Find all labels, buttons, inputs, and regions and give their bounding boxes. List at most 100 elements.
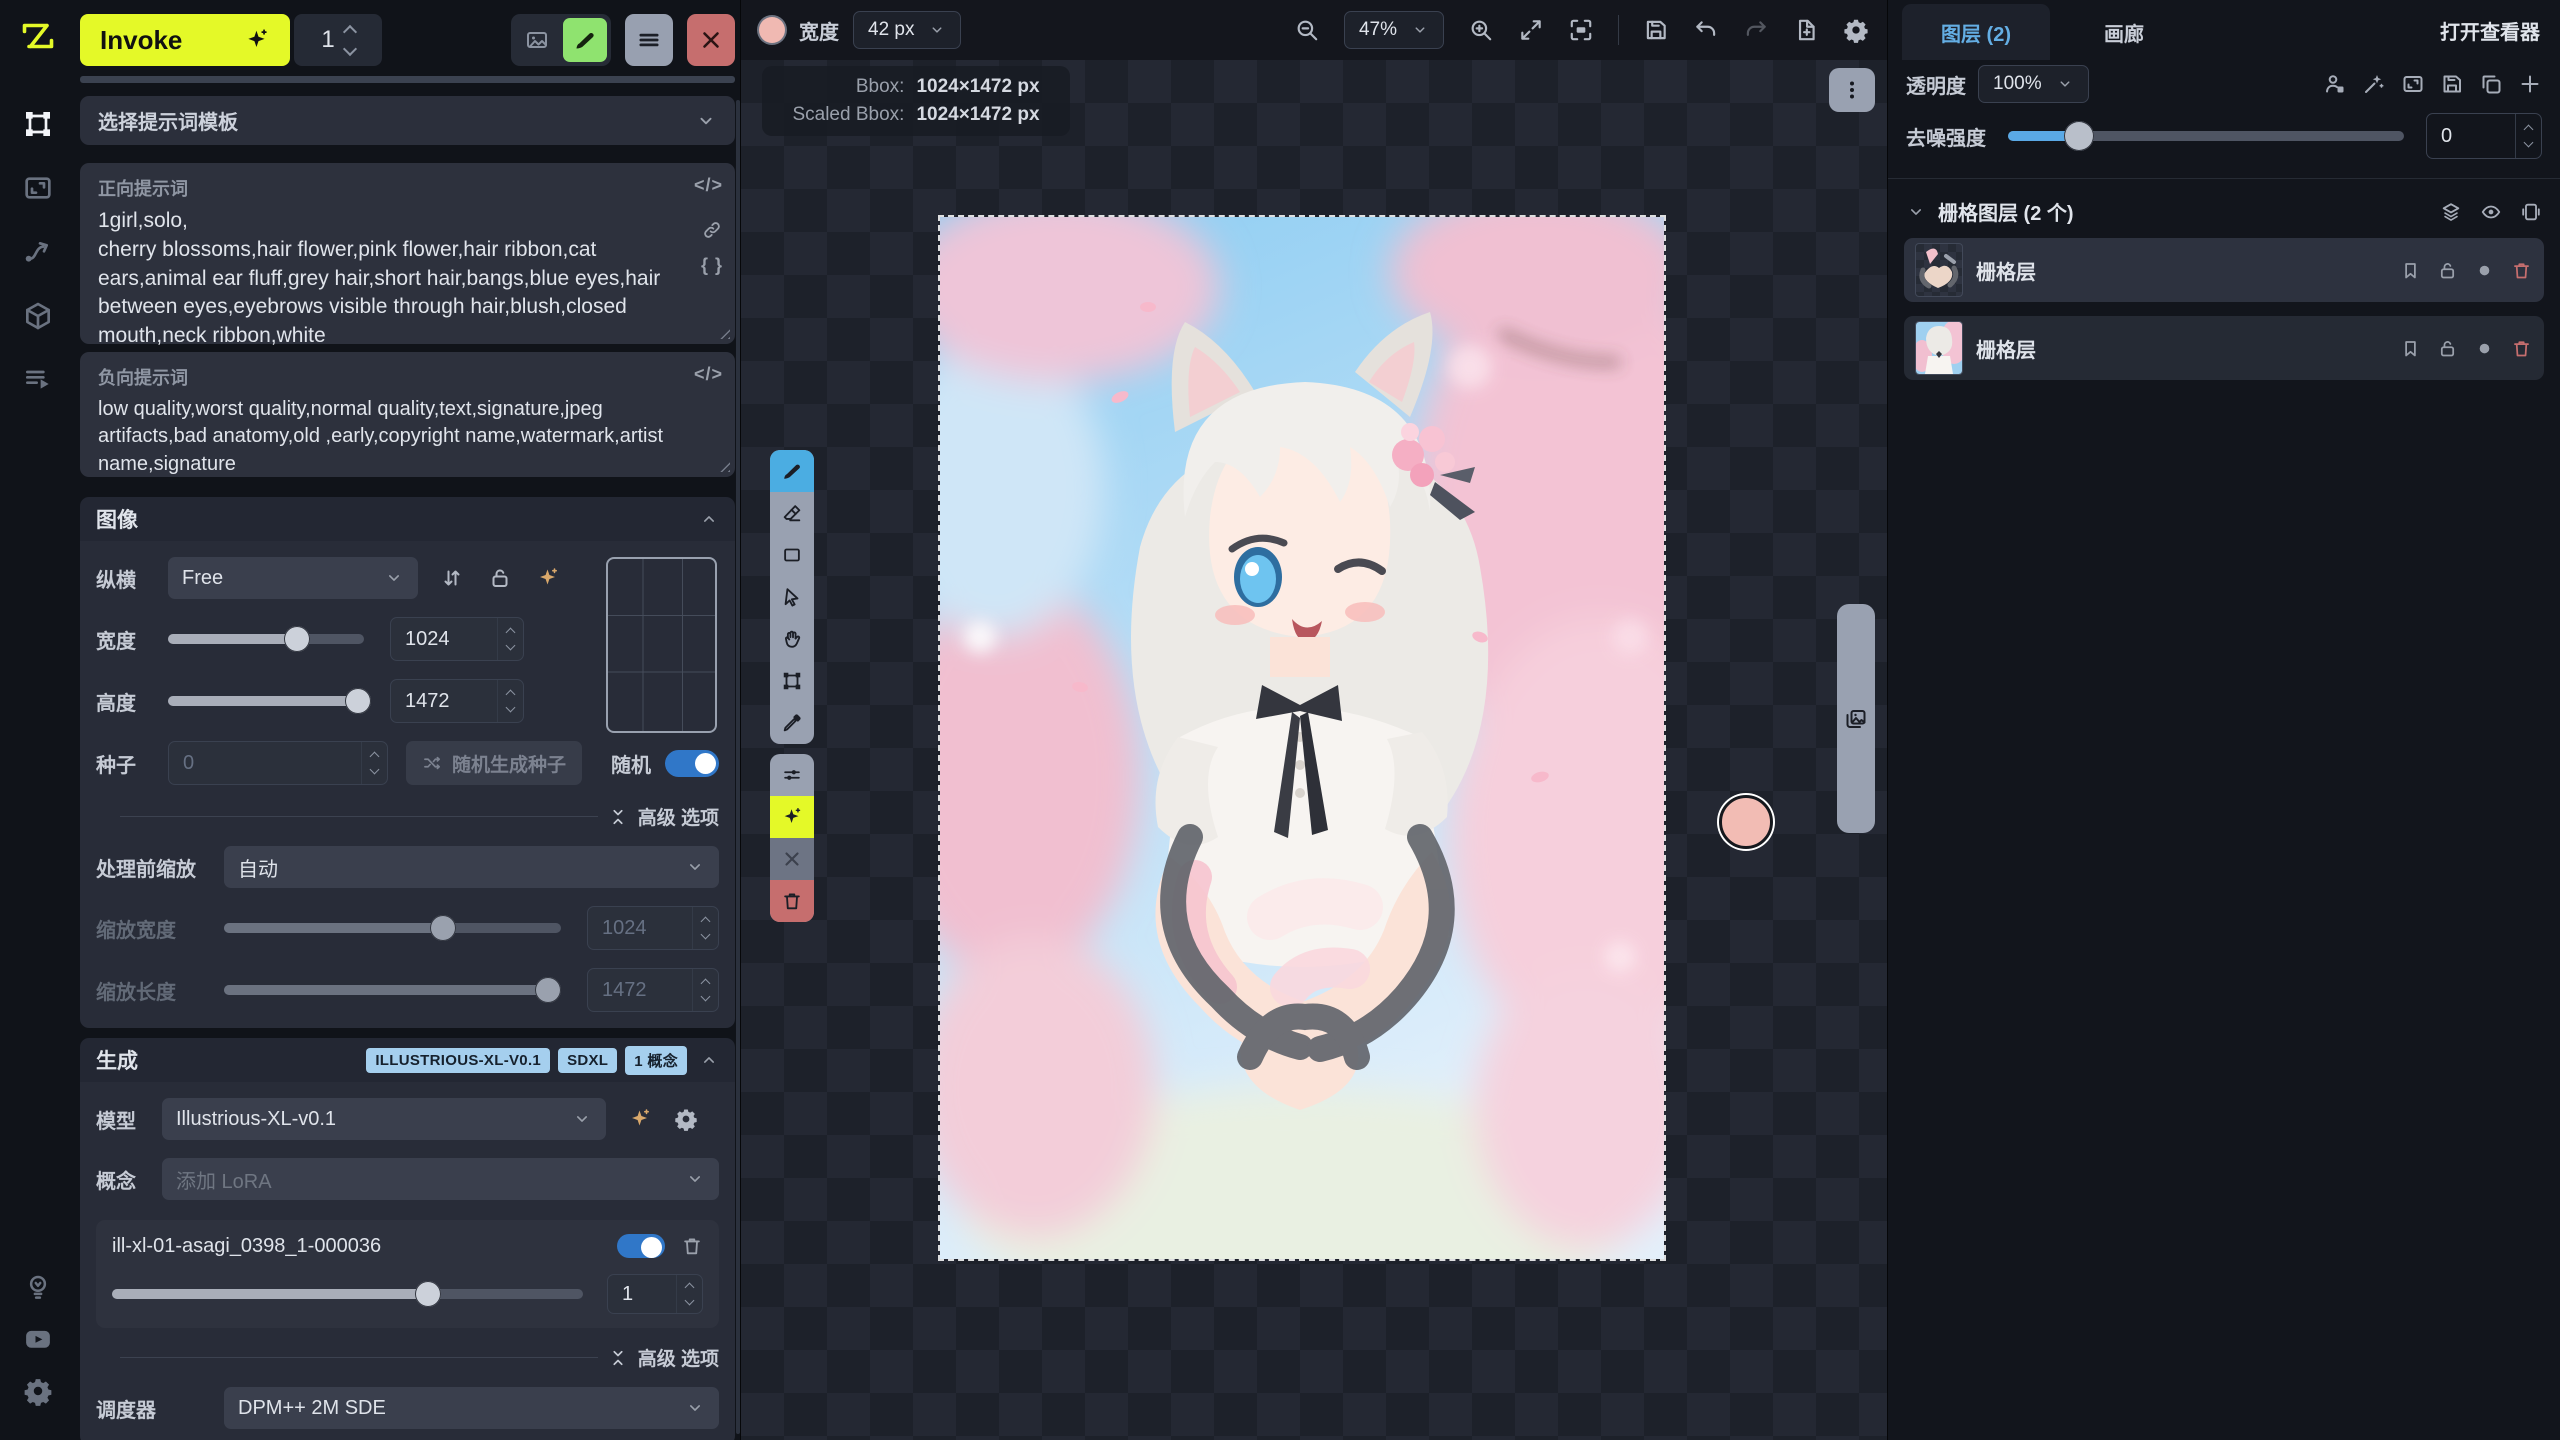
positive-prompt-box[interactable]: 正向提示词 1girl,solo, cherry blossoms,hair f… (80, 163, 735, 344)
width-slider[interactable] (168, 634, 364, 644)
nav-models-tab[interactable] (22, 300, 54, 332)
brush-color-swatch[interactable] (759, 17, 785, 43)
link-prompts-icon[interactable] (701, 219, 723, 241)
visibility-dot-icon[interactable] (2474, 260, 2495, 281)
add-lora-select[interactable]: 添加 LoRA (162, 1158, 719, 1200)
undo-icon[interactable] (1693, 17, 1719, 43)
fit-to-view-icon[interactable] (1518, 17, 1544, 43)
lora-weight-slider[interactable] (112, 1289, 583, 1299)
visibility-dot-icon[interactable] (2474, 338, 2495, 359)
image-section-header[interactable]: 图像 (80, 497, 735, 541)
color-picker-tool-button[interactable] (770, 702, 814, 744)
pan-tool-button[interactable] (770, 618, 814, 660)
unlock-icon[interactable] (2437, 260, 2458, 281)
delete-layer-trash-icon[interactable] (2511, 338, 2532, 359)
step-down-icon[interactable] (506, 641, 516, 651)
delete-layer-trash-icon[interactable] (2511, 260, 2532, 281)
lora-trash-icon[interactable] (681, 1235, 703, 1257)
lora-weight-input[interactable]: 1 (607, 1274, 703, 1314)
cancel-queue-button[interactable] (687, 14, 735, 66)
positive-prompt-text[interactable]: 1girl,solo, cherry blossoms,hair flower,… (98, 207, 685, 351)
brush-width-select[interactable]: 42 px (853, 11, 961, 49)
model-settings-gear-icon[interactable] (674, 1107, 698, 1131)
rect-tool-button[interactable] (770, 534, 814, 576)
transform-wand-icon[interactable] (2362, 72, 2386, 96)
merge-layers-icon[interactable] (2440, 201, 2462, 223)
opacity-select[interactable]: 100% (1978, 65, 2089, 103)
gallery-drawer-handle[interactable] (1837, 604, 1875, 833)
unlock-icon[interactable] (2437, 338, 2458, 359)
settings-gear-icon[interactable] (23, 1376, 53, 1406)
save-layer-icon[interactable] (2440, 72, 2464, 96)
send-to-canvas-button[interactable] (563, 18, 607, 62)
filters-button[interactable] (770, 754, 814, 796)
width-input[interactable]: 1024 (390, 617, 524, 661)
lock-aspect-icon[interactable] (488, 566, 512, 590)
embedding-code-icon[interactable]: </> (694, 175, 723, 196)
step-up-icon[interactable] (506, 690, 516, 700)
delete-region-button[interactable] (770, 880, 814, 922)
height-input[interactable]: 1472 (390, 679, 524, 723)
step-up-icon[interactable] (2524, 125, 2534, 135)
model-select[interactable]: Illustrious-XL-v0.1 (162, 1098, 606, 1140)
image-advanced-options[interactable]: 高级 选项 (96, 803, 719, 830)
step-down-icon[interactable] (506, 703, 516, 713)
nav-upscaling-tab[interactable] (22, 172, 54, 204)
invoke-sparkle-button[interactable] (770, 796, 814, 838)
group-visibility-eye-icon[interactable] (2480, 201, 2502, 223)
canvas-area[interactable]: 宽度 42 px 47% (740, 0, 1888, 1440)
tab-gallery[interactable]: 画廊 (2050, 4, 2198, 60)
optimize-size-sparkle-icon[interactable] (536, 566, 560, 590)
bookmark-icon[interactable] (2400, 338, 2421, 359)
embedding-code-icon[interactable]: </> (694, 364, 723, 385)
aspect-select[interactable]: Free (168, 557, 418, 599)
new-session-icon[interactable] (1793, 17, 1819, 43)
step-down-icon[interactable] (685, 1296, 695, 1306)
group-frame-icon[interactable] (2520, 201, 2542, 223)
duplicate-layer-icon[interactable] (2479, 72, 2503, 96)
generation-section-header[interactable]: 生成 ILLUSTRIOUS-XL-V0.1 SDXL 1 概念 (80, 1038, 735, 1082)
scale-before-select[interactable]: 自动 (224, 846, 719, 888)
zoom-level-select[interactable]: 47% (1344, 11, 1444, 49)
slider-knob[interactable] (284, 626, 310, 652)
zoom-in-icon[interactable] (1468, 17, 1494, 43)
swap-dimensions-icon[interactable] (440, 566, 464, 590)
iterations-up-icon[interactable] (343, 24, 357, 38)
prompt-template-select[interactable]: 选择提示词模板 (80, 96, 735, 145)
scale-layer-icon[interactable] (2401, 72, 2425, 96)
slider-knob[interactable] (415, 1281, 441, 1307)
raster-layers-group-header[interactable]: 栅格图层 (2 个) (1888, 179, 2560, 238)
step-up-icon[interactable] (506, 628, 516, 638)
model-sparkle-icon[interactable] (628, 1107, 652, 1131)
canvas-settings-gear-icon[interactable] (1843, 17, 1869, 43)
layer-row[interactable]: 栅格层 (1904, 316, 2544, 380)
negative-prompt-box[interactable]: 负向提示词 low quality,worst quality,normal q… (80, 352, 735, 477)
filter-layer-icon[interactable] (2323, 72, 2347, 96)
height-slider[interactable] (168, 696, 364, 706)
nav-queue-tab[interactable] (22, 364, 54, 396)
nav-workflows-tab[interactable] (22, 236, 54, 268)
layer-row[interactable]: 栅格层 (1904, 238, 2544, 302)
help-bulb-icon[interactable] (23, 1272, 53, 1302)
generation-advanced-options[interactable]: 高级 选项 (96, 1344, 719, 1371)
youtube-icon[interactable] (23, 1324, 53, 1354)
step-down-icon[interactable] (2524, 138, 2534, 148)
denoise-slider[interactable] (2008, 131, 2404, 141)
braces-icon[interactable]: { } (701, 255, 723, 276)
canvas-menu-button[interactable] (1829, 68, 1875, 112)
eraser-tool-button[interactable] (770, 492, 814, 534)
lora-enabled-toggle[interactable] (617, 1234, 665, 1258)
iterations-stepper[interactable]: 1 (294, 14, 382, 66)
slider-knob[interactable] (2064, 121, 2094, 151)
random-seed-toggle[interactable] (665, 750, 719, 777)
step-up-icon[interactable] (685, 1283, 695, 1293)
queue-menu-button[interactable] (625, 14, 673, 66)
fit-bbox-icon[interactable] (1568, 17, 1594, 43)
resize-handle[interactable] (715, 324, 730, 339)
add-layer-icon[interactable] (2518, 72, 2542, 96)
bookmark-icon[interactable] (2400, 260, 2421, 281)
brush-tool-button[interactable] (770, 450, 814, 492)
send-to-gallery-button[interactable] (515, 18, 559, 62)
move-tool-button[interactable] (770, 576, 814, 618)
bbox-tool-button[interactable] (770, 660, 814, 702)
